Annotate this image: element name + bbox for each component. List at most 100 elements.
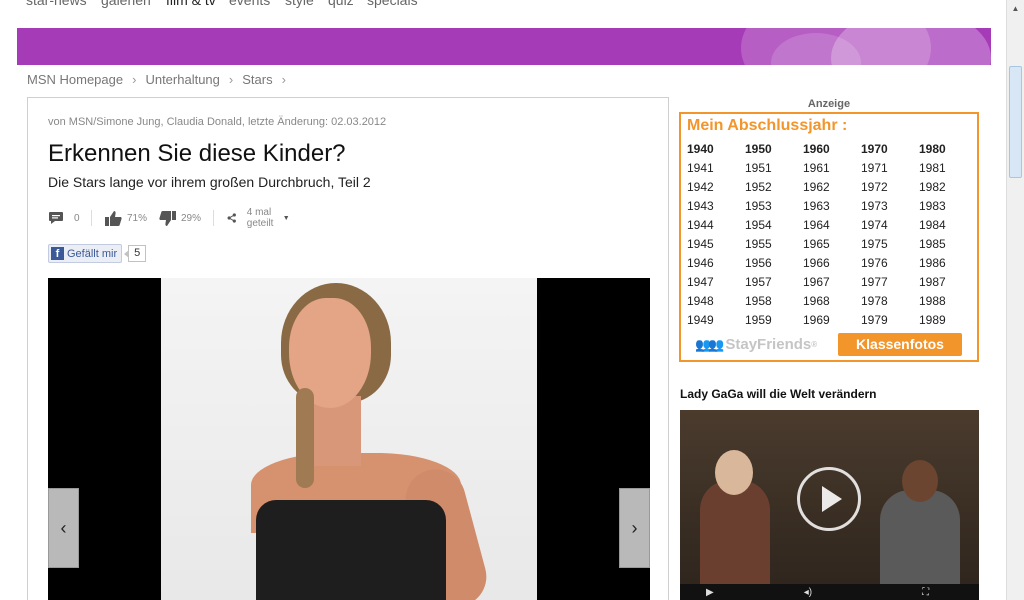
year-link[interactable]: 1957	[745, 275, 803, 289]
year-link[interactable]: 1940	[687, 142, 745, 156]
year-link[interactable]: 1944	[687, 218, 745, 232]
year-link[interactable]: 1948	[687, 294, 745, 308]
share-icon	[227, 213, 236, 223]
year-link[interactable]: 1978	[861, 294, 919, 308]
slideshow-prev-button[interactable]: ‹	[48, 488, 79, 568]
klassenfotos-button[interactable]: Klassenfotos	[838, 333, 962, 356]
year-link[interactable]: 1984	[919, 218, 977, 232]
year-link[interactable]: 1971	[861, 161, 919, 175]
breadcrumb-msn-homepage[interactable]: MSN Homepage	[27, 72, 123, 87]
year-link[interactable]: 1988	[919, 294, 977, 308]
nav-style[interactable]: style	[285, 0, 314, 8]
year-link[interactable]: 1958	[745, 294, 803, 308]
purple-banner	[17, 28, 991, 65]
facebook-like-button[interactable]: f Gefällt mir	[48, 244, 123, 263]
video-controls[interactable]: ▶ ◂) ⛶	[680, 584, 979, 600]
year-link[interactable]: 1963	[803, 199, 861, 213]
play-control-icon[interactable]: ▶	[706, 587, 714, 598]
year-link[interactable]: 1986	[919, 256, 977, 270]
year-link[interactable]: 1982	[919, 180, 977, 194]
year-link[interactable]: 1962	[803, 180, 861, 194]
year-link[interactable]: 1979	[861, 313, 919, 327]
slideshow-next-button[interactable]: ›	[619, 488, 650, 568]
year-link[interactable]: 1980	[919, 142, 977, 156]
year-link[interactable]: 1947	[687, 275, 745, 289]
stayfriends-logo: 👥👥 StayFriends ®	[695, 336, 817, 353]
year-link[interactable]: 1964	[803, 218, 861, 232]
nav-events[interactable]: events	[229, 0, 270, 8]
like-button[interactable]: 71%	[105, 208, 147, 228]
year-link[interactable]: 1955	[745, 237, 803, 251]
year-link[interactable]: 1956	[745, 256, 803, 270]
chevron-right-icon: ›	[631, 517, 638, 538]
divider	[213, 210, 214, 226]
article-subtitle: Die Stars lange vor ihrem großen Durchbr…	[48, 174, 371, 190]
year-link[interactable]: 1976	[861, 256, 919, 270]
video-player[interactable]: ▶ ◂) ⛶	[680, 410, 979, 600]
year-link[interactable]: 1951	[745, 161, 803, 175]
year-row: 1941 1951 1961 1971 1981	[687, 158, 977, 177]
year-link[interactable]: 1950	[745, 142, 803, 156]
scroll-thumb[interactable]	[1009, 66, 1022, 178]
year-link[interactable]: 1946	[687, 256, 745, 270]
share-button[interactable]: 4 mal geteilt ▼	[227, 207, 290, 229]
year-link[interactable]: 1975	[861, 237, 919, 251]
year-link[interactable]: 1961	[803, 161, 861, 175]
breadcrumb-stars[interactable]: Stars	[242, 72, 272, 87]
year-link[interactable]: 1981	[919, 161, 977, 175]
comments-button[interactable]: 0	[48, 208, 80, 228]
year-link[interactable]: 1974	[861, 218, 919, 232]
dislike-button[interactable]: 29%	[159, 208, 201, 228]
year-link[interactable]: 1977	[861, 275, 919, 289]
year-link[interactable]: 1968	[803, 294, 861, 308]
video-shape	[902, 460, 938, 502]
breadcrumb: MSN Homepage › Unterhaltung › Stars ›	[27, 72, 295, 87]
year-link[interactable]: 1973	[861, 199, 919, 213]
year-link[interactable]: 1941	[687, 161, 745, 175]
year-link[interactable]: 1945	[687, 237, 745, 251]
divider	[91, 210, 92, 226]
year-link[interactable]: 1965	[803, 237, 861, 251]
year-link[interactable]: 1942	[687, 180, 745, 194]
breadcrumb-unterhaltung[interactable]: Unterhaltung	[145, 72, 219, 87]
year-link[interactable]: 1970	[861, 142, 919, 156]
nav-film-tv[interactable]: film & tv	[166, 0, 216, 8]
thumbs-down-icon	[159, 210, 176, 226]
year-link[interactable]: 1949	[687, 313, 745, 327]
year-link[interactable]: 1967	[803, 275, 861, 289]
volume-icon[interactable]: ◂)	[804, 587, 812, 598]
year-link[interactable]: 1966	[803, 256, 861, 270]
year-link[interactable]: 1953	[745, 199, 803, 213]
video-shape	[715, 450, 753, 495]
year-link[interactable]: 1959	[745, 313, 803, 327]
scrollbar[interactable]: ▲	[1006, 0, 1024, 600]
year-link[interactable]: 1987	[919, 275, 977, 289]
nav-specials[interactable]: specials	[367, 0, 418, 8]
fullscreen-icon[interactable]: ⛶	[922, 587, 929, 598]
year-link[interactable]: 1952	[745, 180, 803, 194]
video-title[interactable]: Lady GaGa will die Welt verändern	[680, 387, 877, 401]
stayfriends-ad[interactable]: Mein Abschlussjahr : 1940 1950 1960 1970 198…	[679, 112, 979, 362]
nav-galerien[interactable]: galerien	[101, 0, 151, 8]
year-row: 1940 1950 1960 1970 1980	[687, 139, 977, 158]
likes-percent: 71%	[127, 212, 148, 224]
article-title: Erkennen Sie diese Kinder?	[48, 140, 346, 167]
nav-quiz[interactable]: quiz	[328, 0, 354, 8]
year-link[interactable]: 1969	[803, 313, 861, 327]
year-row: 1948 1958 1968 1978 1988	[687, 291, 977, 310]
nav-star-news[interactable]: star-news	[26, 0, 87, 8]
year-link[interactable]: 1943	[687, 199, 745, 213]
play-icon[interactable]	[797, 467, 861, 531]
people-icon: 👥👥	[695, 336, 724, 352]
year-link[interactable]: 1985	[919, 237, 977, 251]
year-link[interactable]: 1960	[803, 142, 861, 156]
facebook-like: f Gefällt mir 5	[48, 244, 147, 263]
year-link[interactable]: 1989	[919, 313, 977, 327]
stayfriends-brand: StayFriends	[725, 336, 812, 353]
share-count: 4 mal geteilt	[246, 207, 274, 229]
year-row: 1942 1952 1962 1972 1982	[687, 177, 977, 196]
year-link[interactable]: 1954	[745, 218, 803, 232]
year-link[interactable]: 1983	[919, 199, 977, 213]
year-link[interactable]: 1972	[861, 180, 919, 194]
scroll-up-arrow[interactable]: ▲	[1007, 0, 1024, 17]
